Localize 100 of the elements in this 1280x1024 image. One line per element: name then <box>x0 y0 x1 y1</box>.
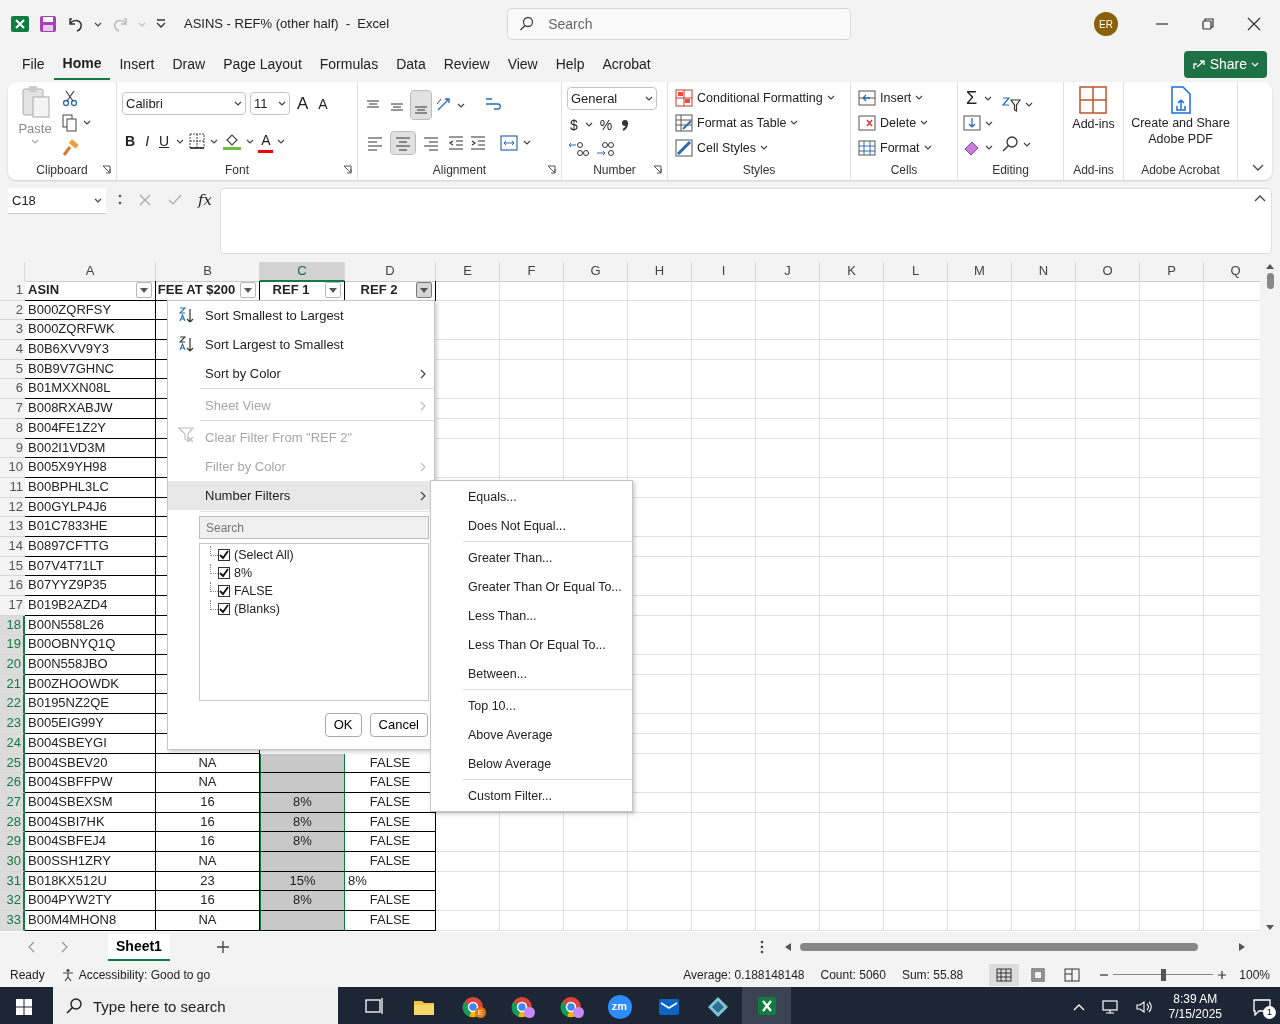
currency-button[interactable]: $ <box>567 115 581 135</box>
submenu-item[interactable]: Less Than Or Equal To... <box>431 631 632 660</box>
table-cell: B0B9V7GHNC <box>25 359 156 380</box>
row-header[interactable]: 29 <box>0 832 25 852</box>
accessibility-status[interactable]: Accessibility: Good to go <box>78 965 211 984</box>
row-header[interactable]: 4 <box>0 340 25 360</box>
row-header[interactable]: 23 <box>0 714 25 734</box>
table-cell: B018KX512U <box>25 871 156 892</box>
column-header[interactable]: L <box>884 262 948 282</box>
ribbon-tab[interactable]: Help <box>546 49 594 79</box>
column-header[interactable]: M <box>948 262 1012 282</box>
column-header[interactable]: P <box>1140 262 1204 282</box>
row-header[interactable]: 26 <box>0 773 25 793</box>
table-cell: FALSE <box>345 891 436 911</box>
row-header[interactable]: 19 <box>0 635 25 656</box>
zoom-level[interactable]: 100% <box>1239 965 1270 984</box>
ribbon-tab[interactable]: Formulas <box>310 49 388 79</box>
row-header[interactable]: 33 <box>0 911 25 931</box>
autosum-button[interactable]: Σ <box>963 88 981 109</box>
percent-button[interactable]: % <box>596 115 616 135</box>
window-title: ASINS - REF% (other half) - Excel <box>184 15 390 34</box>
ribbon-tab[interactable]: Draw <box>163 49 215 79</box>
taskbar-search-field[interactable]: Type here to search <box>53 987 338 1024</box>
ribbon-tab[interactable]: File <box>13 49 54 79</box>
row-header[interactable]: 20 <box>0 655 25 675</box>
paste-label: Paste <box>18 120 52 138</box>
column-header[interactable]: H <box>628 262 692 282</box>
add-ins-button[interactable]: Add-ins <box>1070 85 1117 160</box>
ribbon-menu-button[interactable]: Format <box>856 138 934 157</box>
underline-button[interactable]: U <box>156 131 173 152</box>
bold-button[interactable]: B <box>122 131 139 152</box>
row-header[interactable]: 1 <box>0 281 25 301</box>
row-header[interactable]: 32 <box>0 891 25 911</box>
column-header[interactable]: J <box>756 262 820 282</box>
column-header[interactable]: D <box>345 262 436 282</box>
taskbar-clock[interactable]: 8:39 AM 7/15/2025 <box>1168 991 1222 1022</box>
number-format-dropdown[interactable]: General <box>567 87 657 111</box>
ribbon-menu-button[interactable]: Format as Table <box>673 113 837 132</box>
cancel-button[interactable]: Cancel <box>369 713 428 737</box>
ok-button[interactable]: OK <box>324 713 362 737</box>
insert-function-button[interactable]: fx <box>198 193 212 207</box>
table-cell: B004SBEV20 <box>25 753 156 774</box>
column-header[interactable]: I <box>692 262 756 282</box>
row-header[interactable]: 7 <box>0 399 25 419</box>
column-header[interactable]: G <box>564 262 628 282</box>
ribbon-menu-button[interactable]: Insert <box>856 88 934 107</box>
font-name-dropdown[interactable]: Calibri <box>122 92 246 116</box>
column-header[interactable]: B <box>156 262 260 282</box>
account-avatar[interactable]: ER <box>1094 12 1118 36</box>
increase-font-size-button[interactable]: A <box>294 93 312 114</box>
search-field[interactable]: Search <box>507 8 852 40</box>
ribbon-tab[interactable]: Data <box>387 49 435 79</box>
font-size-dropdown[interactable]: 11 <box>250 92 290 116</box>
table-cell: B07V4T71LT <box>25 556 156 577</box>
sheet-tab[interactable]: Sheet1 <box>108 933 170 961</box>
notifications-button[interactable]: 1 <box>1244 987 1280 1024</box>
ribbon-menu-button[interactable]: Conditional Formatting <box>673 88 837 107</box>
share-button[interactable]: Share <box>1183 50 1267 78</box>
ribbon-tab[interactable]: Review <box>434 49 499 79</box>
name-box[interactable]: C18 <box>8 188 106 214</box>
submenu-item[interactable]: Above Average <box>431 721 632 750</box>
row-header[interactable]: 13 <box>0 517 25 537</box>
table-cell: 8% <box>345 871 436 892</box>
table-cell: B005X9YH98 <box>25 458 156 478</box>
ribbon-tab[interactable]: Acrobat <box>593 49 660 79</box>
submenu-item[interactable]: Greater Than Or Equal To... <box>431 573 632 602</box>
submenu-item[interactable]: Equals... <box>431 483 632 512</box>
italic-button[interactable]: I <box>142 131 152 152</box>
column-header[interactable]: C <box>260 262 345 282</box>
filter-menu-item[interactable]: Sort by Color <box>168 359 434 388</box>
submenu-item[interactable]: Less Than... <box>431 602 632 631</box>
ribbon-tab[interactable]: Page Layout <box>214 49 311 79</box>
filter-menu-item[interactable]: Sort Largest to Smallest <box>168 330 434 359</box>
column-header[interactable]: O <box>1076 262 1140 282</box>
search-field[interactable]: Search <box>199 516 429 539</box>
row-header[interactable]: 22 <box>0 694 25 715</box>
submenu-item[interactable]: Does Not Equal... <box>431 512 632 541</box>
font-color-button[interactable]: A <box>258 129 274 153</box>
table-cell: 8% <box>260 792 345 813</box>
decrease-font-size-button[interactable]: A <box>315 93 331 114</box>
column-header[interactable]: N <box>1012 262 1076 282</box>
table-cell: B0897CFTTG <box>25 536 156 557</box>
column-header[interactable]: F <box>500 262 564 282</box>
ribbon-menu-button[interactable]: Cell Styles <box>673 138 837 157</box>
row-header[interactable]: 10 <box>0 458 25 478</box>
ribbon-tab[interactable]: Home <box>53 48 111 80</box>
row-header[interactable]: 6 <box>0 379 25 400</box>
column-header[interactable]: A <box>25 262 156 282</box>
column-header[interactable]: E <box>436 262 500 282</box>
row-header[interactable]: 16 <box>0 576 25 596</box>
column-header[interactable]: K <box>820 262 884 282</box>
submenu-item[interactable]: Between... <box>431 660 632 689</box>
filter-menu-item[interactable]: Sort Smallest to Largest <box>168 301 434 330</box>
row-header[interactable]: 3 <box>0 320 25 341</box>
ribbon-menu-button[interactable]: Delete <box>856 113 934 132</box>
column-header[interactable]: Q <box>1204 262 1260 282</box>
ribbon-tab[interactable]: View <box>498 49 547 79</box>
row-header[interactable]: 17 <box>0 596 25 616</box>
create-pdf-button[interactable]: Create and Share Adobe PDF <box>1129 85 1232 160</box>
ribbon-tab[interactable]: Insert <box>110 49 164 79</box>
